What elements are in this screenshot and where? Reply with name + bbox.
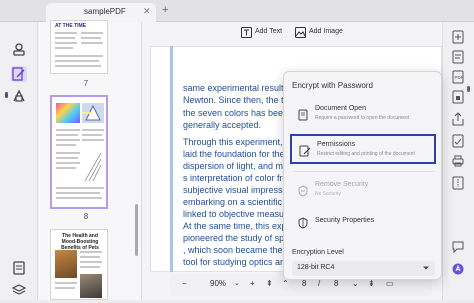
zoom-in-button[interactable]: +: [250, 279, 255, 288]
next-page-button[interactable]: ⌄: [352, 279, 359, 288]
popup-divider: [294, 171, 434, 172]
remove-security-title: Remove Security: [315, 181, 369, 188]
save-as-button[interactable]: [451, 134, 465, 148]
document-open-icon: [297, 108, 309, 121]
zoom-level[interactable]: 90%: [210, 279, 226, 288]
image-icon: [295, 27, 306, 38]
encrypt-with-password-popup: Encrypt with Password Document Open Requ…: [283, 71, 442, 280]
remove-security-icon: [297, 184, 309, 197]
compress-button[interactable]: [451, 176, 465, 190]
popup-title: Encrypt with Password: [292, 81, 373, 90]
zoom-out-button[interactable]: −: [182, 279, 187, 288]
organize-icon: [13, 89, 25, 102]
protect-button[interactable]: [451, 90, 465, 104]
current-page-number[interactable]: 8: [302, 279, 306, 288]
right-toolbar: PDF: [442, 22, 474, 300]
fit-page-button[interactable]: ▭: [386, 279, 394, 288]
layers-button[interactable]: [11, 282, 27, 298]
total-pages: 8: [334, 279, 339, 288]
chevron-down-icon: [423, 266, 429, 270]
previous-page-button[interactable]: ⌃: [282, 279, 289, 288]
lock-document-icon: [452, 90, 464, 104]
share-icon: [452, 112, 464, 126]
first-page-button[interactable]: ⇞: [266, 279, 273, 288]
thumbnail-heading: AT THE TIME: [55, 23, 87, 29]
svg-text:PDF: PDF: [455, 75, 464, 80]
thumbnail-label-8: 8: [83, 212, 89, 221]
encryption-level-label: Encryption Level: [292, 249, 344, 256]
thumbnail-heading: The Health and Mood-Boosting Benefits of…: [61, 233, 99, 251]
comment-button[interactable]: [451, 240, 465, 254]
active-right-tool-indicator: [467, 86, 470, 92]
ocr-icon: [452, 50, 464, 64]
title-bar: samplePDF ✕ +: [0, 0, 474, 22]
ai-assistant-button[interactable]: [451, 262, 465, 276]
add-text-label: Add Text: [255, 28, 283, 35]
organize-pages-button[interactable]: [11, 88, 27, 104]
thumbnail-label-7: 7: [83, 79, 89, 88]
layers-icon: [11, 284, 27, 295]
tab-title: samplePDF: [84, 7, 126, 16]
zoom-dropdown-icon[interactable]: ⌄: [234, 279, 240, 287]
last-page-button[interactable]: ⇟: [368, 279, 375, 288]
reader-mode-button[interactable]: [11, 42, 27, 58]
encryption-level-value: 128-bit RC4: [297, 264, 335, 271]
print-icon: [452, 155, 464, 167]
thumbnail-scrollbar[interactable]: [135, 204, 138, 256]
document-open-title: Document Open: [315, 105, 366, 112]
thumbnail-panel: AT THE TIME 7 8 The Health and Mood-Boos…: [39, 20, 142, 300]
edit-pdf-button[interactable]: [11, 66, 27, 82]
remove-security-subtitle: No Security: [315, 191, 341, 197]
print-button[interactable]: [451, 154, 465, 168]
security-properties-option[interactable]: Security Properties: [290, 208, 436, 238]
stamp-icon: [13, 43, 25, 56]
convert-icon: [452, 30, 464, 44]
pdf-icon: PDF: [452, 70, 464, 84]
page-thumbnail-9[interactable]: The Health and Mood-Boosting Benefits of…: [50, 229, 108, 300]
diagram-image: [83, 151, 103, 183]
comment-icon: [452, 241, 464, 254]
compress-icon: [452, 176, 464, 190]
add-text-button[interactable]: Add Text: [241, 27, 283, 38]
prism-image: [82, 103, 104, 123]
shield-icon: [297, 216, 309, 229]
active-tool-indicator: [5, 92, 8, 98]
permissions-title: Permissions: [317, 141, 356, 148]
pdf-export-button[interactable]: PDF: [451, 70, 465, 84]
close-tab-icon[interactable]: ✕: [143, 6, 151, 17]
text-box-icon: [241, 27, 252, 38]
permissions-option[interactable]: Permissions Restrict editing and printin…: [290, 134, 436, 164]
document-open-option[interactable]: Document Open Require a password to open…: [290, 100, 436, 130]
dog-image: [80, 274, 102, 298]
cat-image: [55, 250, 77, 278]
remove-security-option[interactable]: Remove Security No Security: [290, 176, 436, 206]
document-text-line[interactable]: generally accepted.: [183, 120, 261, 130]
document-text-line[interactable]: the seven colors has been: [183, 108, 288, 118]
document-check-icon: [452, 134, 464, 148]
page-thumbnail-7[interactable]: AT THE TIME: [50, 20, 108, 74]
left-toolbar: [0, 22, 38, 300]
page-separator: /: [318, 279, 321, 288]
permissions-subtitle: Restrict editing and printing of the doc…: [317, 151, 415, 157]
app-window: samplePDF ✕ + AT THE TIME 7 8 The Health…: [0, 0, 474, 300]
text-block-selection-bar: [170, 46, 173, 272]
page-icon: [13, 261, 25, 275]
add-image-label: Add Image: [309, 28, 343, 35]
edit-icon: [12, 67, 25, 81]
encryption-level-select[interactable]: 128-bit RC4: [292, 261, 435, 276]
convert-button[interactable]: [451, 30, 465, 44]
security-properties-title: Security Properties: [315, 217, 375, 224]
edit-toolbar: Add Text Add Image: [143, 22, 442, 46]
ocr-button[interactable]: [451, 50, 465, 64]
page-thumbnail-8[interactable]: [50, 95, 108, 209]
ai-icon: [452, 263, 464, 275]
permissions-edit-icon: [299, 144, 311, 157]
add-image-button[interactable]: Add Image: [295, 27, 343, 38]
new-tab-button[interactable]: +: [162, 4, 168, 16]
document-open-subtitle: Require a password to open the document: [315, 115, 410, 121]
share-button[interactable]: [451, 112, 465, 126]
bottom-left-tool-button[interactable]: [11, 260, 27, 276]
spectrum-image: [56, 103, 80, 123]
